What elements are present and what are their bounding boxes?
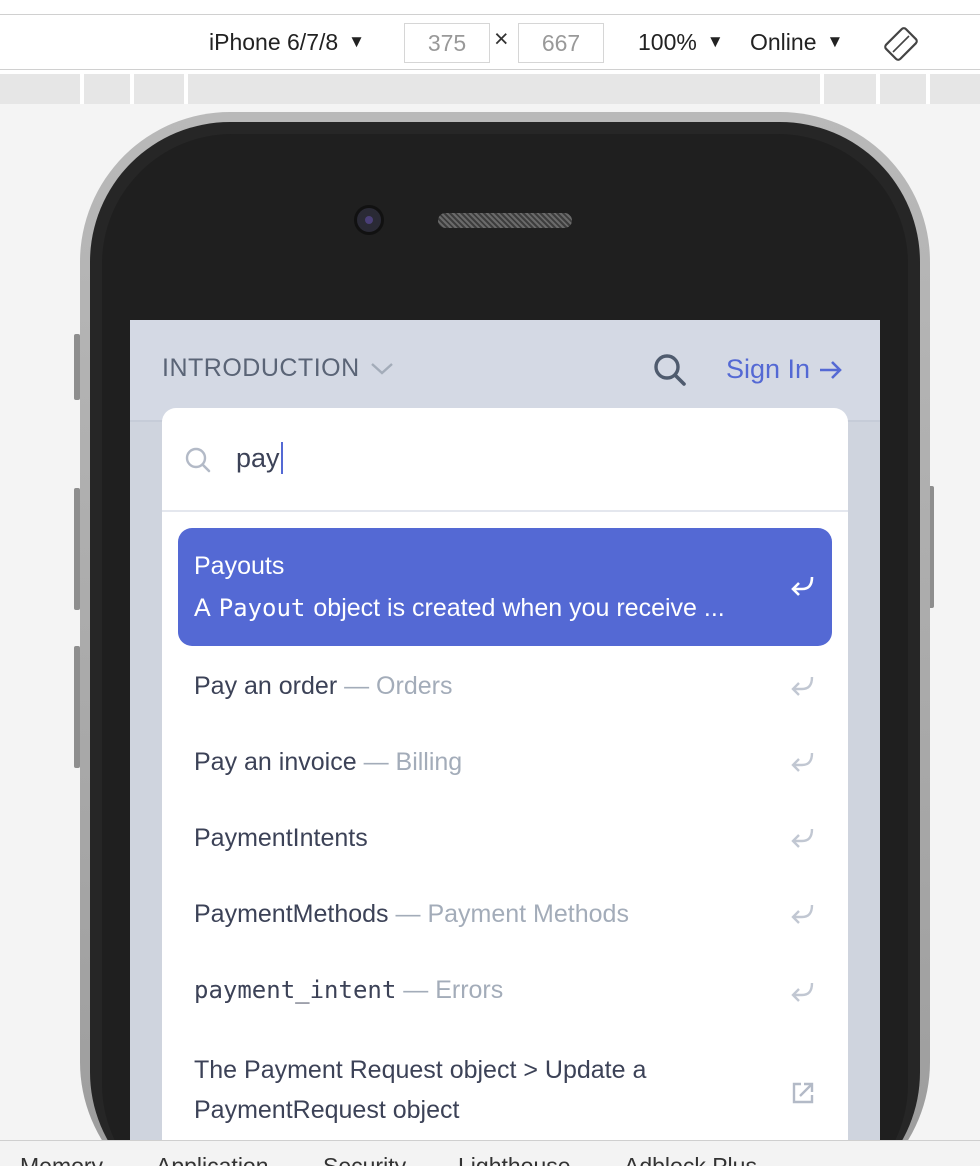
phone-screen: INTRODUCTION Sign In pay Payouts A Payou… — [130, 320, 880, 1140]
chevron-down-icon: ▼ — [348, 32, 365, 51]
zoom-select[interactable]: 100% ▼ — [638, 15, 724, 69]
media-query-segment[interactable] — [930, 74, 980, 104]
result-separator: — — [344, 672, 370, 700]
result-title: PaymentIntents — [194, 824, 368, 852]
zoom-select-label: 100% — [638, 28, 697, 55]
result-category: Errors — [435, 976, 504, 1004]
network-select-label: Online — [750, 28, 817, 55]
network-throttle-select[interactable]: Online ▼ — [750, 15, 843, 69]
result-description: A Payout object is created when you rece… — [194, 594, 725, 623]
chevron-down-icon: ▼ — [826, 32, 844, 51]
section-selector[interactable]: INTRODUCTION — [162, 354, 394, 383]
result-category: Orders — [376, 672, 453, 700]
sign-in-link[interactable]: Sign In — [726, 354, 844, 385]
tab-memory[interactable]: Memory — [20, 1153, 103, 1166]
section-label: INTRODUCTION — [162, 354, 360, 382]
result-category: Billing — [395, 748, 463, 776]
rotate-icon[interactable] — [884, 27, 918, 61]
result-item[interactable]: Pay an invoice — Billing — [178, 724, 832, 800]
media-query-segment[interactable] — [824, 74, 876, 104]
device-select[interactable]: iPhone 6/7/8 ▼ — [209, 15, 365, 69]
devtools-panel-tabs: Memory Application Security Lighthouse A… — [0, 1140, 980, 1166]
enter-icon — [791, 752, 814, 772]
result-desc-rest: object is created when you receive ... — [313, 594, 725, 622]
result-text: PaymentMethods — Payment Methods — [194, 900, 629, 929]
result-title: Pay an order — [194, 672, 338, 700]
result-text: PaymentIntents — [194, 824, 368, 853]
result-desc-prefix: A — [194, 594, 211, 622]
enter-icon — [791, 676, 814, 696]
result-payouts[interactable]: Payouts A Payout object is created when … — [178, 528, 832, 646]
chevron-down-icon: ▼ — [706, 32, 724, 51]
external-link-icon — [792, 1082, 814, 1104]
result-title: PaymentMethods — [194, 900, 389, 928]
height-input[interactable]: 667 — [518, 23, 604, 63]
enter-icon — [791, 904, 814, 924]
result-title: The Payment Request object > Update a Pa… — [194, 1056, 647, 1124]
tab-security[interactable]: Security — [323, 1153, 406, 1166]
search-query: pay — [236, 443, 280, 473]
media-query-segment[interactable] — [880, 74, 926, 104]
media-query-segment[interactable] — [84, 74, 130, 104]
search-input[interactable]: pay — [236, 438, 283, 478]
result-title: Payouts — [194, 552, 285, 580]
result-category: Payment Methods — [427, 900, 629, 928]
result-item[interactable]: PaymentIntents — [178, 800, 832, 876]
tab-lighthouse[interactable]: Lighthouse — [458, 1153, 571, 1166]
result-desc-code: Payout — [218, 594, 306, 622]
camera-icon — [354, 205, 384, 235]
sign-in-label: Sign In — [726, 354, 811, 384]
width-input[interactable]: 375 — [404, 23, 490, 63]
text-cursor — [280, 442, 283, 474]
enter-icon — [791, 828, 814, 848]
result-item[interactable]: payment_intent — Errors — [178, 952, 832, 1028]
search-panel: pay Payouts A Payout object is created w… — [162, 408, 848, 1140]
tab-adblock-plus[interactable]: Adblock Plus — [624, 1153, 757, 1166]
media-query-segment[interactable] — [188, 74, 820, 104]
result-text: Pay an order — Orders — [194, 672, 452, 701]
enter-icon — [791, 576, 814, 596]
search-icon — [184, 446, 212, 479]
result-item[interactable]: Pay an order — Orders — [178, 648, 832, 724]
media-query-bar — [0, 74, 980, 104]
arrow-right-icon — [820, 360, 842, 379]
result-separator: — — [395, 900, 421, 928]
search-bar: pay — [162, 408, 848, 512]
result-text: Pay an invoice — Billing — [194, 748, 462, 777]
dimension-separator: × — [494, 25, 509, 53]
enter-icon — [791, 982, 814, 1002]
devtools-window: iPhone 6/7/8 ▼ 375 × 667 100% ▼ Online ▼ — [0, 0, 980, 1166]
chevron-down-icon — [370, 362, 393, 375]
search-icon[interactable] — [652, 352, 688, 393]
result-separator: — — [403, 976, 429, 1004]
result-item[interactable]: PaymentMethods — Payment Methods — [178, 876, 832, 952]
result-separator: — — [363, 748, 389, 776]
media-query-segment[interactable] — [0, 74, 80, 104]
tab-application[interactable]: Application — [156, 1153, 269, 1166]
result-item-external[interactable]: The Payment Request object > Update a Pa… — [178, 1042, 832, 1140]
result-title: payment_intent — [194, 976, 397, 1004]
result-title: Pay an invoice — [194, 748, 357, 776]
result-text: payment_intent — Errors — [194, 976, 503, 1005]
device-select-label: iPhone 6/7/8 — [209, 28, 339, 55]
media-query-segment[interactable] — [134, 74, 184, 104]
device-toolbar: iPhone 6/7/8 ▼ 375 × 667 100% ▼ Online ▼ — [0, 14, 980, 70]
speaker-grille — [438, 213, 572, 228]
